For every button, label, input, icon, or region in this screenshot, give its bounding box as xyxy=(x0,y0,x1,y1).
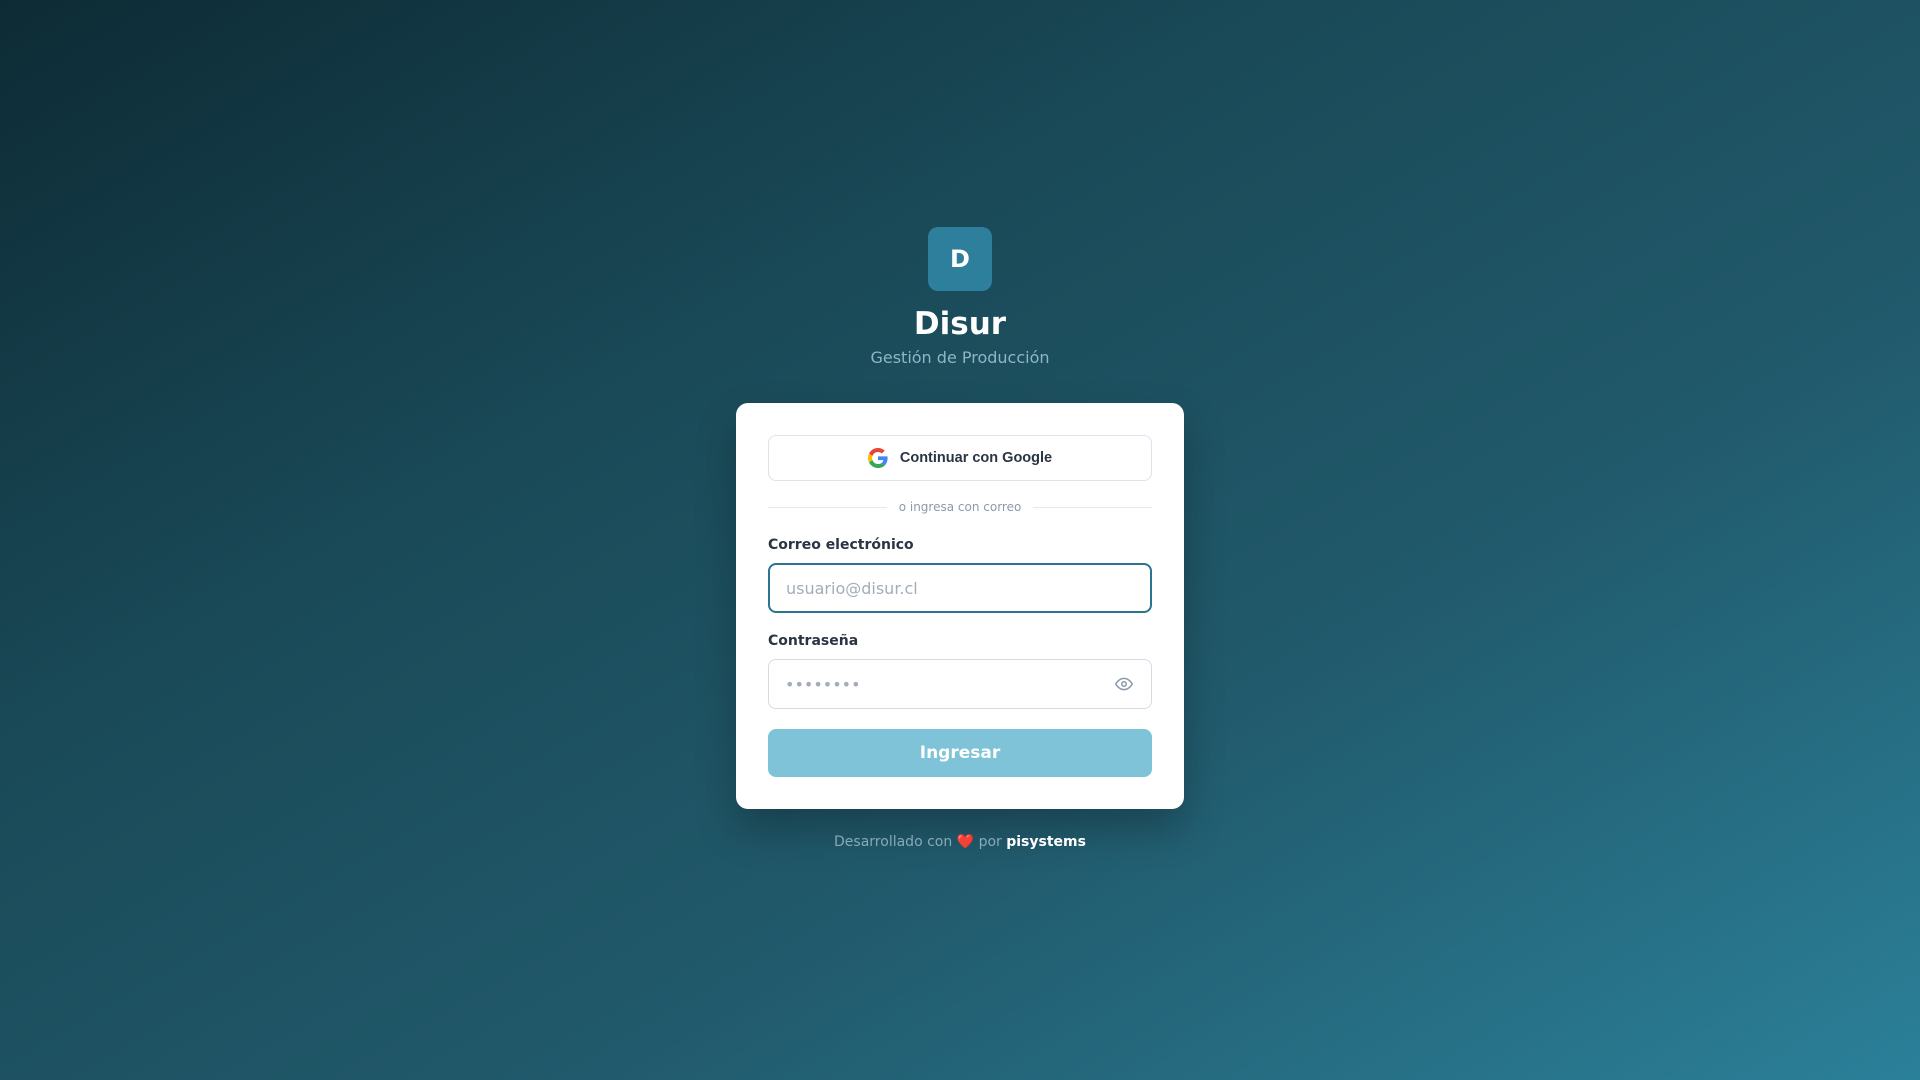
divider: o ingresa con correo xyxy=(768,499,1153,515)
eye-icon[interactable] xyxy=(1114,675,1134,693)
footer: Desarrollado con ❤️ por pisystems xyxy=(0,834,1920,850)
login-card: Continuar con Google o ingresa con corre… xyxy=(736,403,1184,809)
email-field[interactable] xyxy=(768,563,1152,613)
logo-letter: D xyxy=(950,245,970,273)
heart-icon: ❤️ xyxy=(956,834,975,850)
divider-text: o ingresa con correo xyxy=(898,500,1022,514)
google-icon xyxy=(867,448,888,468)
submit-button[interactable]: Ingresar xyxy=(768,729,1152,777)
footer-by: por xyxy=(978,834,1002,850)
google-signin-button[interactable]: Continuar con Google xyxy=(768,435,1152,481)
footer-company-link[interactable]: pisystems xyxy=(1006,834,1086,850)
password-label: Contraseña xyxy=(768,633,859,649)
divider-line-right xyxy=(1033,506,1153,508)
divider-line-left xyxy=(768,506,887,508)
login-page: D Disur Gestión de Producción Continuar … xyxy=(0,0,1920,1080)
email-label: Correo electrónico xyxy=(768,537,914,553)
footer-prefix: Desarrollado con xyxy=(834,834,953,850)
google-signin-label: Continuar con Google xyxy=(899,450,1053,466)
app-title: Disur xyxy=(913,306,1007,342)
logo: D xyxy=(928,227,992,291)
password-field[interactable] xyxy=(768,659,1152,709)
app-subtitle: Gestión de Producción xyxy=(870,348,1050,367)
